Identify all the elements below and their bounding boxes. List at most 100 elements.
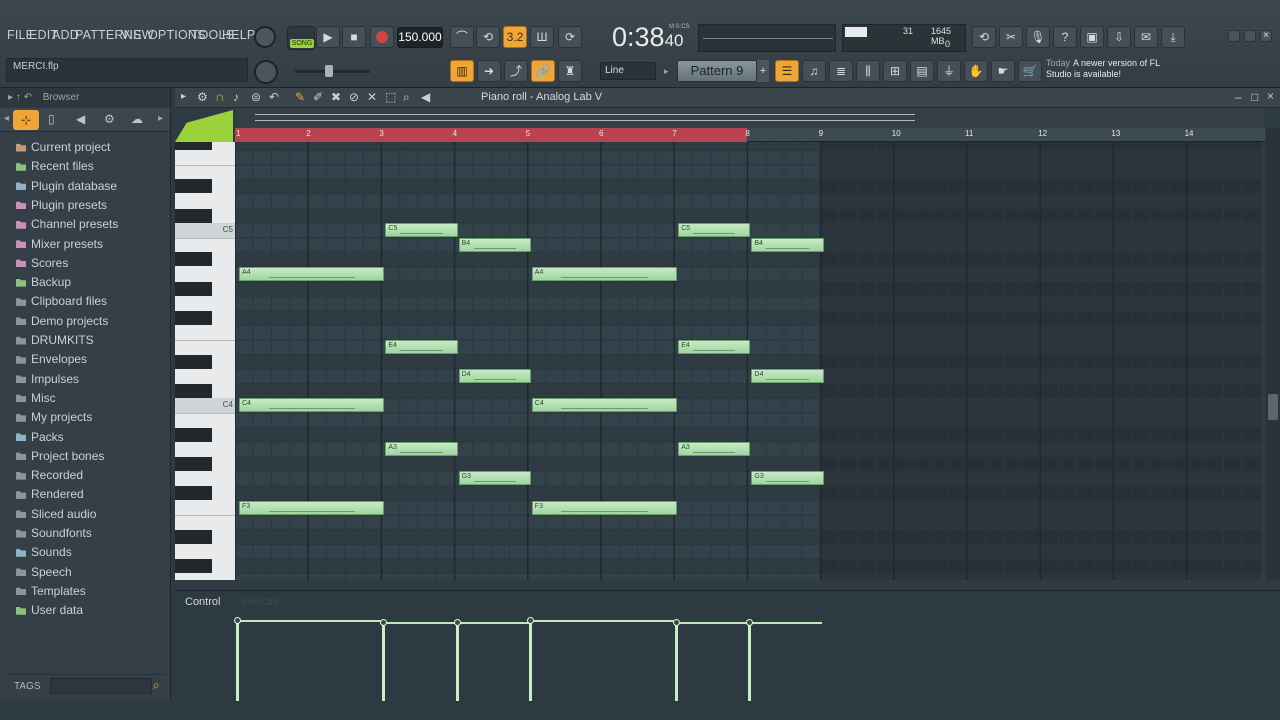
velocity-bar[interactable] [382, 622, 386, 701]
black-key[interactable] [175, 281, 212, 296]
note-g3[interactable]: G3 [751, 471, 824, 486]
velocity-handle[interactable] [453, 619, 461, 627]
plug-icon[interactable]: ⏚ [937, 60, 961, 82]
browser-item[interactable]: Templates [16, 582, 86, 600]
brush-icon[interactable]: ✐ [313, 90, 323, 104]
note-c5[interactable]: C5 [678, 223, 751, 238]
velocity-bar[interactable] [528, 619, 532, 701]
note-b4[interactable]: B4 [458, 237, 531, 252]
piano-roll-close-icon[interactable]: × [1267, 89, 1274, 103]
song-mode-toggle[interactable]: SONG [287, 26, 315, 50]
browser-item[interactable]: Mixer presets [16, 235, 103, 253]
slice-icon[interactable]: ✕ [367, 90, 377, 104]
browser-audio-icon[interactable]: ◀ [76, 112, 85, 126]
note-d4[interactable]: D4 [751, 369, 824, 384]
note-grid[interactable]: A4 C4 F3 C5 E4 A3 B4 D4 G3 A4 C4 F3 C5 E4 A3 B4 D4 G3 [235, 142, 1261, 580]
song-time-display[interactable]: 0:3840 M:S:CS [612, 22, 692, 52]
tags-search-icon[interactable]: ⌕ [153, 678, 166, 693]
black-key[interactable] [175, 456, 212, 471]
window-minimize-icon[interactable] [1228, 30, 1240, 42]
piano-roll-icon[interactable]: ♫ [802, 60, 826, 82]
stop-button[interactable]: ■ [342, 26, 366, 48]
note-a4[interactable]: A4 [531, 266, 678, 281]
news-panel[interactable]: Today A newer version of FL Studio is ava… [1046, 58, 1186, 84]
piano-keyboard[interactable]: C5 C4 [175, 142, 235, 580]
browser-item[interactable]: Project bones [16, 447, 104, 465]
black-key[interactable] [175, 354, 212, 369]
browser-item[interactable]: DRUMKITS [16, 331, 94, 349]
black-key[interactable] [175, 485, 212, 500]
record-button[interactable] [370, 26, 394, 48]
tags-input[interactable] [50, 678, 152, 694]
browser-icon[interactable]: ⊞ [883, 60, 907, 82]
master-pitch-knob[interactable] [254, 26, 276, 48]
playback-icon[interactable]: ◀ [421, 90, 430, 104]
browser-item[interactable]: Speech [16, 563, 72, 581]
channel-rack-icon[interactable]: ≣ [829, 60, 853, 82]
download-icon[interactable]: ⤓ [1161, 26, 1185, 48]
browser-item[interactable]: User data [16, 601, 83, 619]
pencil-icon[interactable]: ✎ [295, 90, 305, 104]
note-e4[interactable]: E4 [678, 339, 751, 354]
bar-timeline[interactable]: 1 2 3 4 5 6 7 8 9 10 11 12 13 14 [235, 128, 1265, 142]
browser-item[interactable]: Recorded [16, 466, 83, 484]
browser-item[interactable]: Sliced audio [16, 505, 96, 523]
piano-roll-menu-icon[interactable]: ▸ [181, 91, 186, 102]
velocity-lane[interactable] [234, 611, 1265, 701]
browser-prev-icon[interactable]: ◂ [4, 113, 9, 124]
touch-keyboard-icon[interactable]: ✋ [964, 60, 988, 82]
black-key[interactable] [175, 310, 212, 325]
browser-all-icon[interactable]: ⊹ [13, 110, 39, 130]
countdown-button[interactable]: 3.2 [503, 26, 527, 48]
pattern-add-icon[interactable]: + [757, 60, 769, 82]
note-b4[interactable]: B4 [751, 237, 824, 252]
piano-roll-overview[interactable] [235, 108, 1265, 128]
menu-help[interactable]: HELP [222, 28, 255, 42]
browser-item[interactable]: Recent files [16, 157, 94, 175]
plugin-picker-icon[interactable]: ▤ [910, 60, 934, 82]
velocity-bar[interactable] [236, 619, 239, 701]
control-target-label[interactable]: Velocity [241, 596, 279, 608]
browser-plugins-icon[interactable]: ⚙ [104, 112, 115, 126]
browser-item[interactable]: Current project [16, 138, 110, 156]
browser-item[interactable]: Scores [16, 254, 68, 272]
velocity-handle[interactable] [746, 619, 754, 627]
magnet-icon[interactable]: ∩ [215, 89, 224, 104]
note-c4[interactable]: C4 [239, 398, 385, 413]
event-editor[interactable]: Control Velocity [175, 590, 1280, 701]
note-a4[interactable]: A4 [239, 266, 385, 281]
browser-item[interactable]: My projects [16, 408, 92, 426]
note-d4[interactable]: D4 [458, 369, 531, 384]
loop-region[interactable] [235, 128, 748, 142]
note-a3[interactable]: A3 [385, 442, 458, 457]
zoom-icon[interactable]: ⌕ [403, 90, 410, 105]
window-close-icon[interactable]: × [1260, 30, 1272, 42]
velocity-bar[interactable] [455, 622, 459, 701]
piano-roll-minimize-icon[interactable]: – [1235, 90, 1242, 104]
black-key[interactable] [175, 529, 212, 544]
browser-next-icon[interactable]: ▸ [158, 113, 163, 124]
chat-icon[interactable]: ✉ [1134, 26, 1158, 48]
browser-item[interactable]: Sounds [16, 543, 72, 561]
browser-files-icon[interactable]: ▯ [48, 112, 55, 126]
metronome-button[interactable]: ⌒ [450, 26, 474, 48]
tempo-display[interactable]: 150.000 [397, 27, 443, 48]
wrench-icon[interactable]: ⚙ [197, 90, 208, 104]
delete-icon[interactable]: ✖ [331, 90, 341, 104]
tools-icon[interactable]: ⊜ [251, 90, 261, 104]
browser-item[interactable]: Demo projects [16, 312, 108, 330]
help-icon[interactable]: ? [1053, 26, 1077, 48]
velocity-bar[interactable] [675, 622, 679, 701]
microphone-icon[interactable]: 🎙 [1026, 26, 1050, 48]
black-key[interactable] [175, 142, 212, 150]
stamp-icon[interactable]: ♜ [558, 60, 582, 82]
browser-arrow-icon[interactable]: ▸ ↑ ↶ [8, 92, 35, 103]
browser-item[interactable]: Envelopes [16, 350, 87, 368]
browser-item[interactable]: Plugin database [16, 177, 117, 195]
play-button[interactable]: ▶ [316, 26, 340, 48]
mixer-icon[interactable]: ⫼ [856, 60, 880, 82]
browser-item[interactable]: Plugin presets [16, 196, 107, 214]
pattern-selector[interactable]: Pattern 9 [677, 60, 757, 82]
black-key[interactable] [175, 208, 212, 223]
black-key[interactable] [175, 558, 212, 573]
